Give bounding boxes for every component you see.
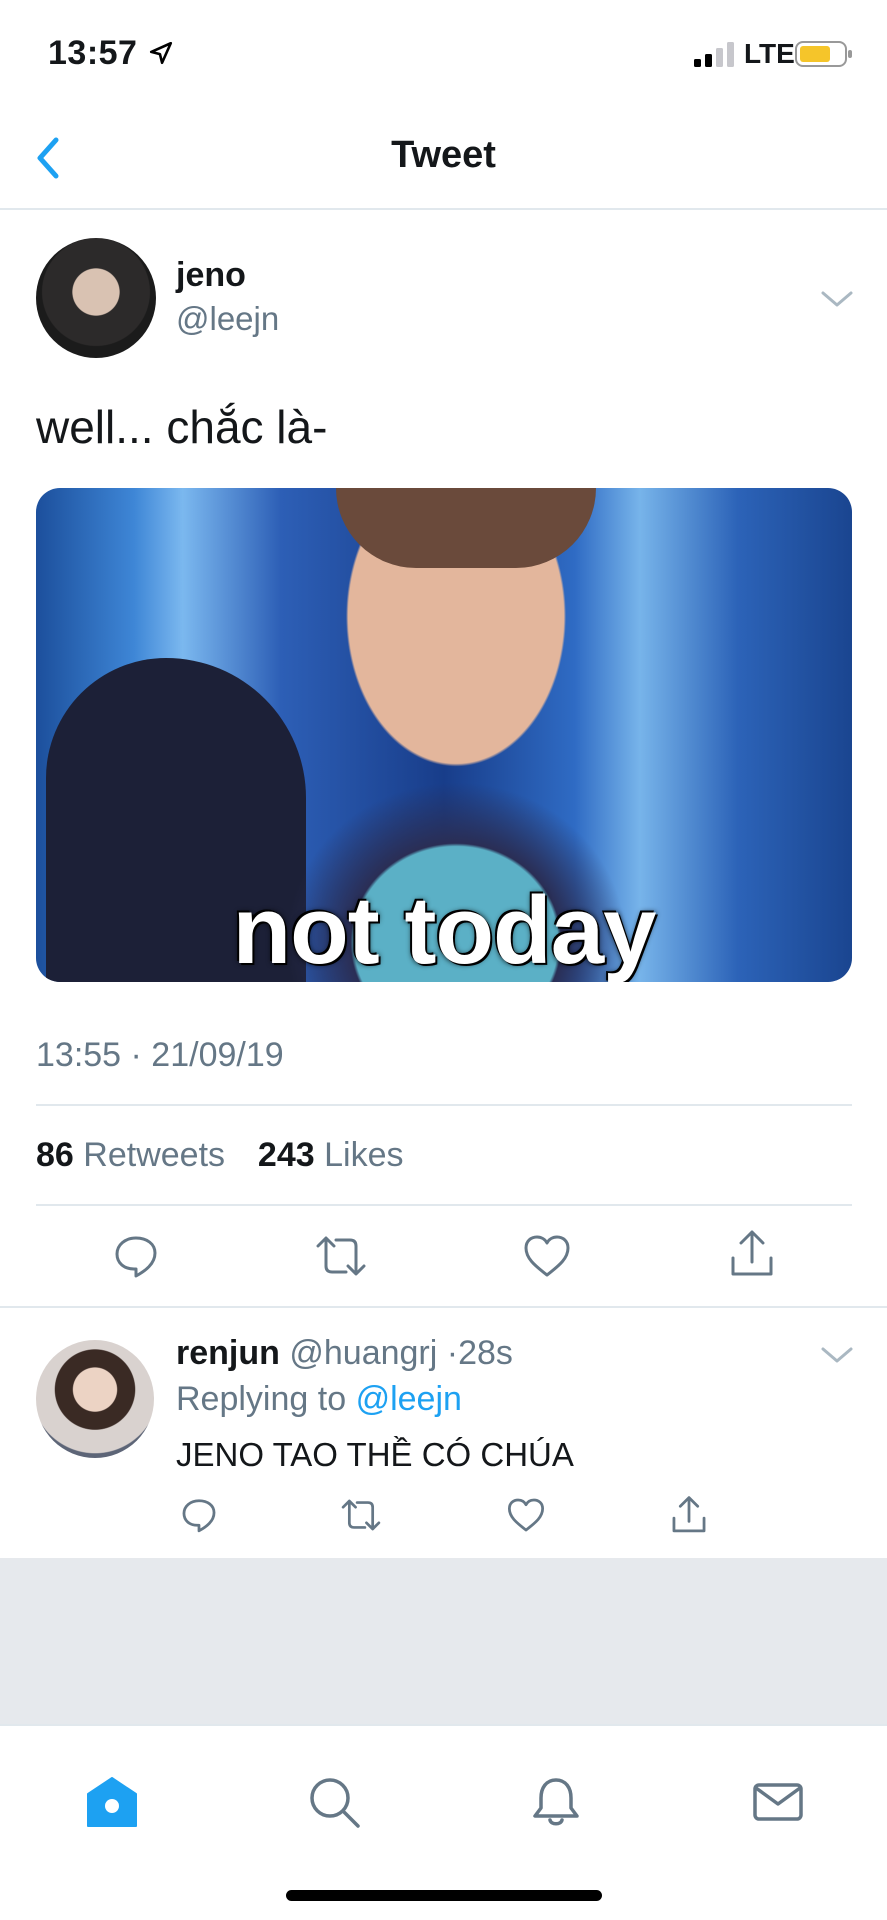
- retweets-label[interactable]: Retweets: [83, 1136, 225, 1174]
- replying-to: Replying to @leejn: [176, 1380, 462, 1419]
- home-indicator[interactable]: [286, 1890, 602, 1901]
- reply-share-button[interactable]: [670, 1494, 708, 1536]
- likes-count[interactable]: 243: [258, 1136, 315, 1174]
- divider: [36, 1204, 852, 1206]
- home-icon: [87, 1777, 137, 1827]
- reply-time: 28s: [458, 1334, 513, 1372]
- reply-text: JENO TAO THỀ CÓ CHÚA: [176, 1436, 574, 1473]
- reply-header: renjun @huangrj ·28s: [176, 1334, 513, 1373]
- reply-button[interactable]: [112, 1232, 160, 1280]
- retweet-icon: [341, 1499, 381, 1531]
- messages-icon: [753, 1783, 803, 1821]
- like-icon: [507, 1498, 545, 1532]
- divider: [36, 1104, 852, 1106]
- battery-icon: [795, 41, 852, 67]
- reply-like-button[interactable]: [506, 1496, 546, 1534]
- tweet-stats: 86 Retweets 243 Likes: [36, 1136, 403, 1175]
- share-button[interactable]: [728, 1228, 776, 1280]
- likes-label[interactable]: Likes: [324, 1136, 403, 1174]
- reply-options-chevron-down-icon[interactable]: [820, 1344, 854, 1366]
- reply-author-handle[interactable]: @huangrj: [289, 1334, 437, 1372]
- tweet-text: well... chắc là-: [36, 401, 328, 453]
- nav-bar: Tweet: [0, 110, 887, 210]
- media-figure-hair: [336, 488, 596, 568]
- tab-search[interactable]: [306, 1774, 362, 1830]
- author-name[interactable]: jeno: [176, 256, 246, 295]
- tweet-timestamp: 13:55 · 21/09/19: [36, 1036, 284, 1074]
- share-icon: [672, 1496, 706, 1533]
- like-button[interactable]: [522, 1232, 572, 1280]
- reply-separator: ·: [446, 1334, 459, 1372]
- retweet-icon: [316, 1236, 366, 1276]
- empty-timeline-area: [0, 1558, 887, 1724]
- tab-notifications[interactable]: [528, 1774, 584, 1830]
- search-icon: [310, 1778, 360, 1828]
- author-handle[interactable]: @leejn: [176, 300, 279, 338]
- author-avatar[interactable]: [36, 238, 156, 358]
- divider: [0, 1306, 887, 1308]
- reply-retweet-button[interactable]: [340, 1496, 382, 1534]
- page-title: Tweet: [391, 134, 496, 176]
- tab-messages[interactable]: [750, 1774, 806, 1830]
- location-arrow-icon: [149, 41, 173, 65]
- reply-author-name[interactable]: renjun: [176, 1334, 280, 1372]
- like-icon: [524, 1235, 570, 1277]
- share-icon: [731, 1230, 773, 1276]
- replying-to-mention[interactable]: @leejn: [356, 1380, 462, 1418]
- media-caption: not today: [232, 877, 657, 982]
- tweet-media-image[interactable]: not today: [36, 488, 852, 982]
- reply-icon: [182, 1499, 216, 1533]
- replying-to-label: Replying to: [176, 1380, 347, 1418]
- retweet-button[interactable]: [314, 1232, 368, 1280]
- tweet-options-chevron-down-icon[interactable]: [820, 288, 854, 310]
- notifications-icon: [533, 1778, 579, 1826]
- reply-icon: [115, 1236, 157, 1278]
- reply-author-avatar[interactable]: [36, 1340, 154, 1458]
- retweets-count[interactable]: 86: [36, 1136, 74, 1174]
- tab-home[interactable]: [84, 1774, 140, 1830]
- reply-reply-button[interactable]: [180, 1496, 218, 1534]
- signal-icon: [694, 42, 734, 67]
- status-bar: 13:57 LTE: [0, 0, 887, 110]
- network-label: LTE: [744, 38, 795, 69]
- status-time: 13:57: [48, 34, 138, 72]
